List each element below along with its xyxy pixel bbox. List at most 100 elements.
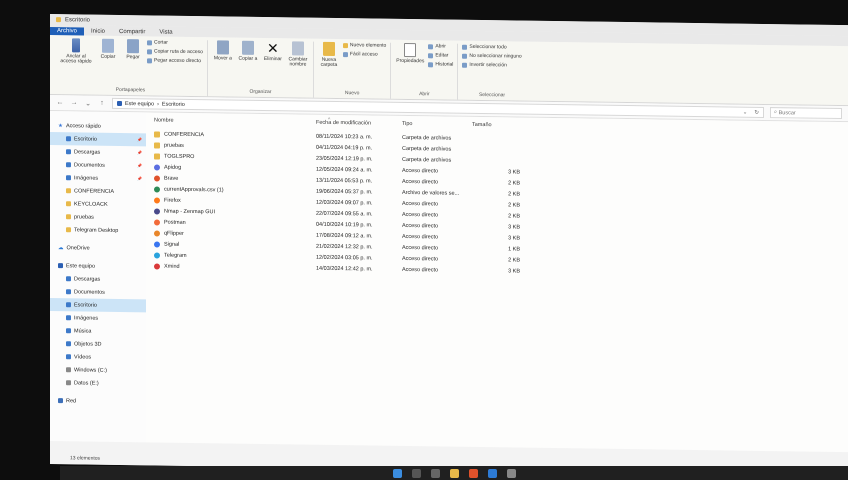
rename-icon xyxy=(291,41,304,56)
refresh-icon[interactable]: ↻ xyxy=(754,109,759,115)
folder-icon xyxy=(56,17,61,23)
select-none-button[interactable]: No seleccionar ninguno xyxy=(462,53,522,60)
up-arrow-icon[interactable]: ↑ xyxy=(98,100,106,107)
file-size: 3 KB xyxy=(508,168,520,176)
file-size: 2 KB xyxy=(508,190,520,198)
vscode-icon[interactable] xyxy=(487,468,497,478)
file-type: Carpeta de archivos xyxy=(402,145,452,153)
item-count: 13 elementos xyxy=(70,455,101,462)
new-folder-icon xyxy=(322,41,335,56)
file-size: 2 KB xyxy=(508,256,520,264)
edit-button[interactable]: Editar xyxy=(428,52,453,59)
new-item-button[interactable]: Nuevo elemento xyxy=(342,42,386,49)
sidebar-item-vídeos[interactable]: Vídeos xyxy=(50,350,146,364)
recent-chevron-icon[interactable]: ⌄ xyxy=(84,99,92,107)
file-name: CONFERENCIA xyxy=(164,131,205,138)
csv-icon xyxy=(154,185,160,193)
sidebar-item-datos-e-[interactable]: Datos (E:) xyxy=(50,376,146,390)
sidebar-item-imágenes[interactable]: Imágenes 📌 xyxy=(50,171,146,185)
app-icon[interactable] xyxy=(506,468,516,478)
copy-button[interactable]: Copiar xyxy=(97,38,119,61)
open-button[interactable]: Abrir xyxy=(428,43,453,50)
history-button[interactable]: Historial xyxy=(428,61,453,68)
nav-onedrive[interactable]: ☁ OneDrive xyxy=(50,241,146,255)
sidebar-item-documentos[interactable]: Documentos xyxy=(50,285,146,299)
select-all-button[interactable]: Seleccionar todo xyxy=(462,44,521,51)
file-date: 04/11/2024 04:19 p. m. xyxy=(316,144,373,151)
header-type[interactable]: Tipo xyxy=(402,121,472,128)
paste-shortcut-button[interactable]: Pegar acceso directo xyxy=(147,57,203,64)
drive-icon xyxy=(66,380,71,386)
search-input[interactable]: ⌕ Buscar xyxy=(770,107,842,120)
browser-icon[interactable] xyxy=(468,468,478,478)
new-item-icon xyxy=(342,42,348,48)
file-date: 21/02/2024 12:32 p. m. xyxy=(316,243,373,251)
breadcrumb-root[interactable]: Este equipo xyxy=(125,101,154,107)
sidebar-item-keycloack[interactable]: KEYCLOACK xyxy=(50,197,146,211)
xmind-icon xyxy=(154,262,160,270)
file-date: 08/11/2024 10:23 a. m. xyxy=(316,133,373,140)
header-size[interactable]: Tamaño xyxy=(472,122,522,129)
search-icon[interactable] xyxy=(411,468,421,478)
tab-inicio[interactable]: Inicio xyxy=(84,27,112,35)
sidebar-item-descargas[interactable]: Descargas xyxy=(50,272,146,286)
search-icon: ⌕ xyxy=(774,109,778,116)
nav-this-pc[interactable]: Este equipo xyxy=(50,259,146,273)
file-type: Acceso directo xyxy=(402,244,439,251)
sidebar-item-conferencia[interactable]: CONFERENCIA xyxy=(50,184,146,198)
tab-vista[interactable]: Vista xyxy=(152,28,179,36)
forward-arrow-icon[interactable]: → xyxy=(70,99,78,106)
sidebar-item-documentos[interactable]: Documentos 📌 xyxy=(50,158,146,172)
tab-compartir[interactable]: Compartir xyxy=(112,28,152,37)
delete-button[interactable]: ✕ Eliminar xyxy=(262,40,284,63)
file-name: Apidog xyxy=(164,164,182,171)
scissors-icon xyxy=(147,39,152,45)
file-explorer-icon[interactable] xyxy=(449,468,459,478)
chevron-down-icon[interactable]: ⌄ xyxy=(743,109,748,115)
sidebar-item-pruebas[interactable]: pruebas xyxy=(50,210,146,224)
file-explorer-window: Escritorio Archivo Inicio Compartir Vist… xyxy=(50,14,848,476)
nav-network[interactable]: Red xyxy=(50,394,146,408)
signal-icon xyxy=(154,240,160,248)
file-size: 1 KB xyxy=(508,245,520,253)
copy-to-button[interactable]: Copiar a xyxy=(237,40,259,63)
pin-icon[interactable]: 📌 xyxy=(137,176,142,181)
pin-icon[interactable]: 📌 xyxy=(137,150,142,155)
cut-button[interactable]: Cortar xyxy=(147,39,203,46)
nav-quick-access[interactable]: ★ Acceso rápido xyxy=(50,119,146,133)
tab-archivo[interactable]: Archivo xyxy=(50,27,85,36)
invert-selection-icon xyxy=(462,62,468,68)
window-title: Escritorio xyxy=(65,16,91,24)
back-arrow-icon[interactable]: ← xyxy=(56,99,64,106)
pin-quick-access-button[interactable]: Anclar al acceso rápido xyxy=(58,38,94,65)
sidebar-item-objetos-3d[interactable]: Objetos 3D xyxy=(50,337,146,351)
sidebar-item-descargas[interactable]: Descargas 📌 xyxy=(50,145,146,159)
properties-button[interactable]: Propiedades xyxy=(395,42,425,65)
rename-button[interactable]: Cambiar nombre xyxy=(287,41,309,68)
sidebar-item-música[interactable]: Música xyxy=(50,324,146,338)
task-view-icon[interactable] xyxy=(430,468,440,478)
sidebar-item-windows-c-[interactable]: Windows (C:) xyxy=(50,363,146,377)
paste-button[interactable]: Pegar xyxy=(122,39,144,61)
pin-icon[interactable]: 📌 xyxy=(137,137,142,142)
sidebar-item-telegram-desktop[interactable]: Telegram Desktop xyxy=(50,223,146,237)
invert-selection-button[interactable]: Invertir selección xyxy=(462,62,521,69)
group-label: Seleccionar xyxy=(478,91,506,99)
network-icon xyxy=(58,398,63,404)
folder-icon xyxy=(66,227,71,233)
new-folder-button[interactable]: Nueva carpeta xyxy=(318,41,340,69)
copy-path-button[interactable]: Copiar ruta de acceso xyxy=(147,48,203,55)
breadcrumb-current[interactable]: Escritorio xyxy=(162,101,185,107)
pc-icon xyxy=(58,263,63,269)
folder-icon xyxy=(66,188,71,194)
library-folder-icon xyxy=(66,276,71,282)
easy-access-button[interactable]: Fácil acceso xyxy=(342,51,386,58)
sidebar-item-imágenes[interactable]: Imágenes xyxy=(50,311,146,325)
sidebar-item-escritorio[interactable]: Escritorio xyxy=(50,298,146,313)
start-icon[interactable] xyxy=(392,468,402,478)
pin-icon[interactable]: 📌 xyxy=(137,163,142,168)
library-folder-icon xyxy=(66,289,71,295)
header-name[interactable]: Nombre xyxy=(152,117,316,125)
move-to-button[interactable]: Mover a xyxy=(212,40,234,62)
sidebar-item-escritorio[interactable]: Escritorio 📌 xyxy=(50,132,146,147)
